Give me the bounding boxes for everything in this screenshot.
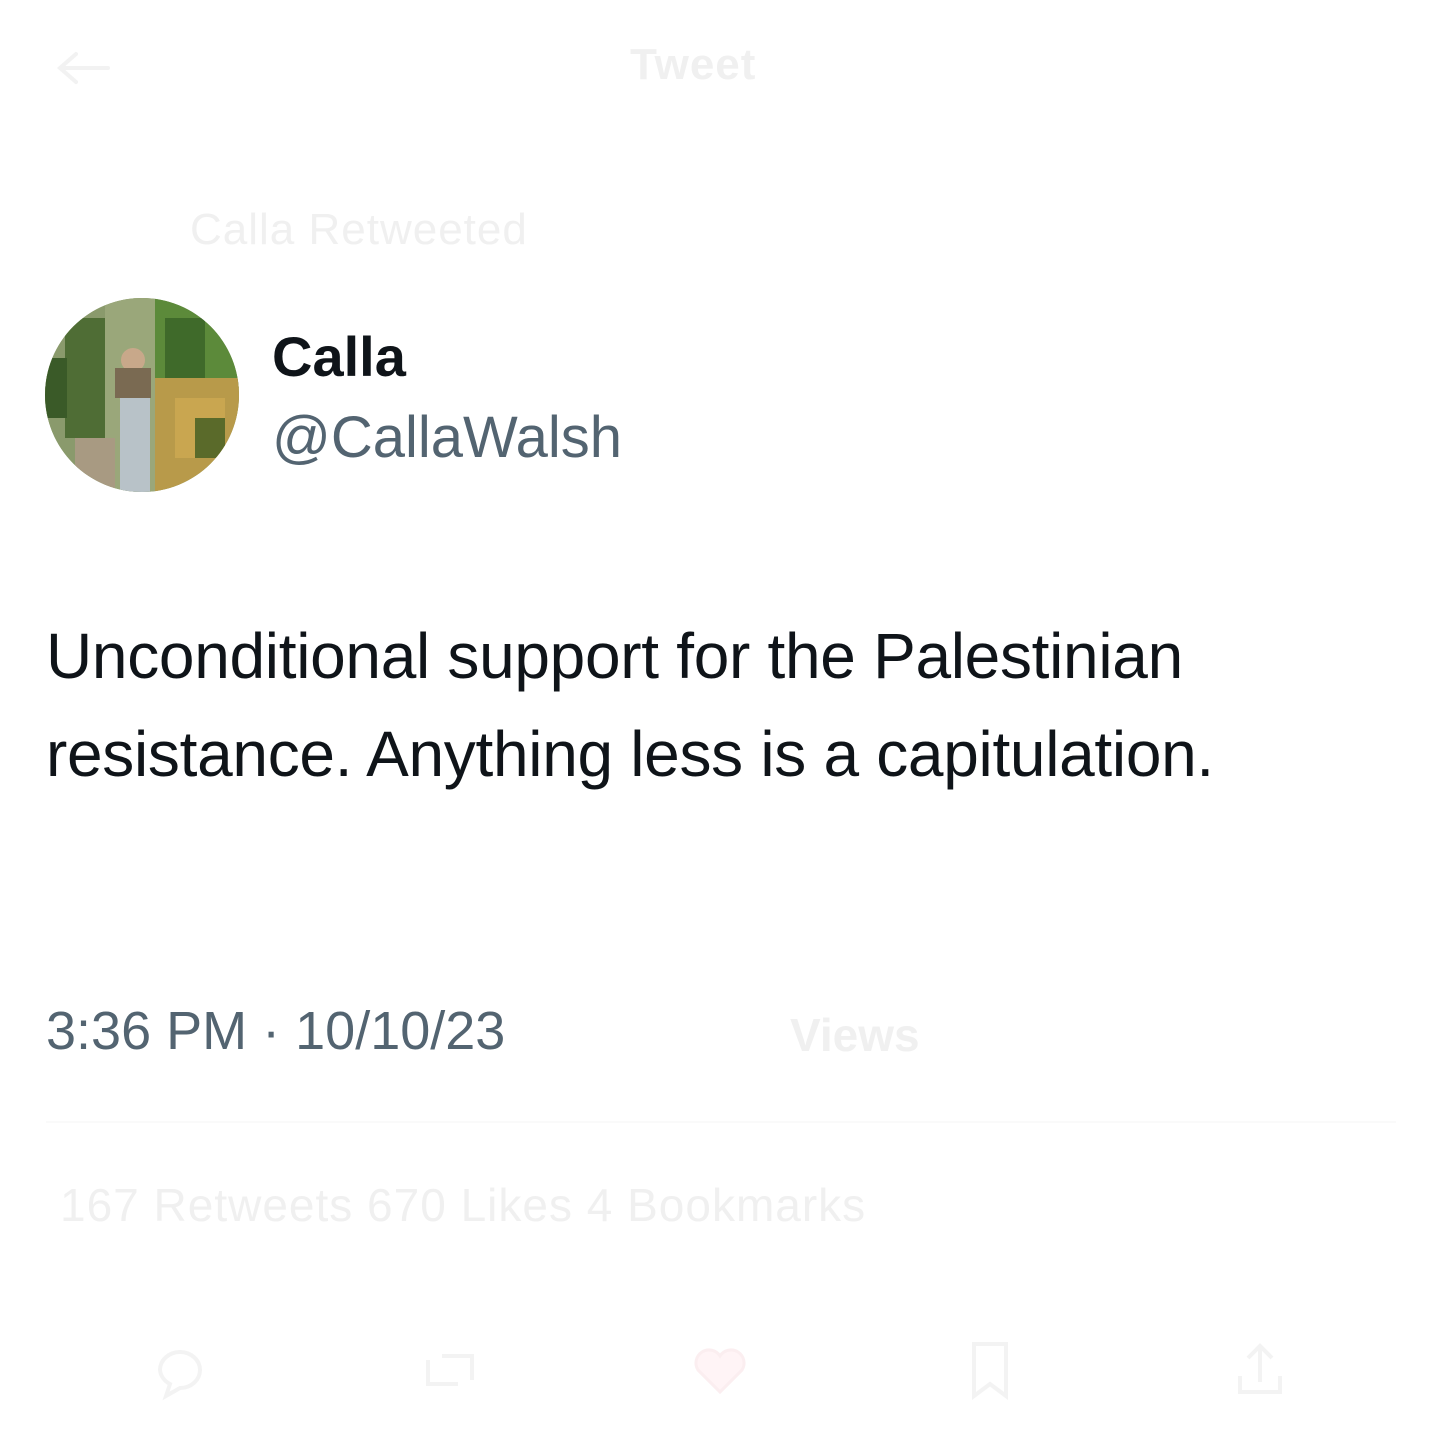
tweet-date: 10/10/23: [295, 1001, 506, 1061]
retweet-icon[interactable]: [410, 1330, 490, 1410]
avatar[interactable]: [45, 298, 239, 492]
bookmark-icon[interactable]: [950, 1330, 1030, 1410]
back-arrow-icon[interactable]: [52, 48, 112, 88]
avatar-photo-icon: [45, 298, 239, 492]
author-handle[interactable]: @CallaWalsh: [272, 404, 622, 471]
like-icon[interactable]: [680, 1330, 760, 1410]
retweet-context: Calla Retweeted: [190, 205, 528, 254]
share-icon[interactable]: [1220, 1330, 1300, 1410]
page-title: Tweet: [630, 40, 757, 89]
divider: [46, 1121, 1396, 1123]
tweet-text: Unconditional support for the Palestinia…: [46, 620, 1214, 790]
engagement-stats[interactable]: 167 Retweets 670 Likes 4 Bookmarks: [60, 1178, 866, 1232]
tweet-timestamp[interactable]: 3:36 PM · 10/10/23: [46, 1000, 505, 1062]
author-display-name[interactable]: Calla: [272, 324, 406, 389]
views-label: Views: [790, 1009, 920, 1061]
tweet-time: 3:36 PM: [46, 1001, 248, 1061]
meta-separator: ·: [262, 1001, 281, 1061]
tweet-page: Tweet Calla Retweeted Calla @CallaWalsh …: [0, 0, 1440, 1440]
reply-icon[interactable]: [140, 1330, 220, 1410]
action-bar: [0, 1330, 1440, 1410]
